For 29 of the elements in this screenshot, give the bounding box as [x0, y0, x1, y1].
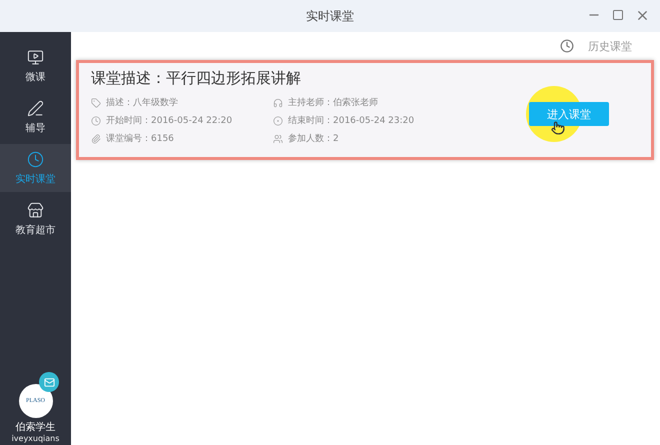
store-icon: [27, 202, 44, 218]
sidebar-item[interactable]: 微课: [0, 42, 71, 90]
window-title: 实时课堂: [306, 8, 354, 24]
pen-icon: [27, 100, 44, 116]
paperclip-icon: [91, 134, 101, 144]
target-icon: [273, 116, 283, 126]
video-icon: [27, 48, 44, 66]
class-detail: 主持老师：伯索张老师: [288, 96, 378, 109]
tag-icon: [91, 98, 101, 108]
class-detail: 开始时间：2016-05-24 22:20: [106, 114, 232, 127]
users-icon: [273, 134, 283, 144]
class-title: 课堂描述：平行四边形拓展讲解: [91, 69, 302, 88]
class-detail: 结束时间：2016-05-24 23:20: [288, 114, 414, 127]
headphones-icon: [273, 98, 283, 108]
clock-icon: [560, 39, 574, 53]
class-detail: 参加人数：2: [288, 132, 339, 145]
class-detail: 描述：八年级数学: [106, 96, 178, 109]
username: iveyxuqians: [12, 434, 60, 443]
clock-icon: [91, 116, 101, 126]
maximize-button[interactable]: [610, 7, 626, 23]
sidebar-item[interactable]: 实时课堂: [0, 144, 71, 192]
maximize-icon: [612, 9, 624, 21]
message-badge[interactable]: [39, 372, 59, 392]
user-name: 伯索学生: [16, 420, 56, 434]
sidebar-item[interactable]: 教育超市: [0, 195, 71, 243]
class-detail: 课堂编号：6156: [106, 132, 174, 145]
clock-icon: [27, 150, 44, 168]
hand-cursor-icon: [551, 121, 565, 135]
sidebar-item[interactable]: 辅导: [0, 93, 71, 141]
